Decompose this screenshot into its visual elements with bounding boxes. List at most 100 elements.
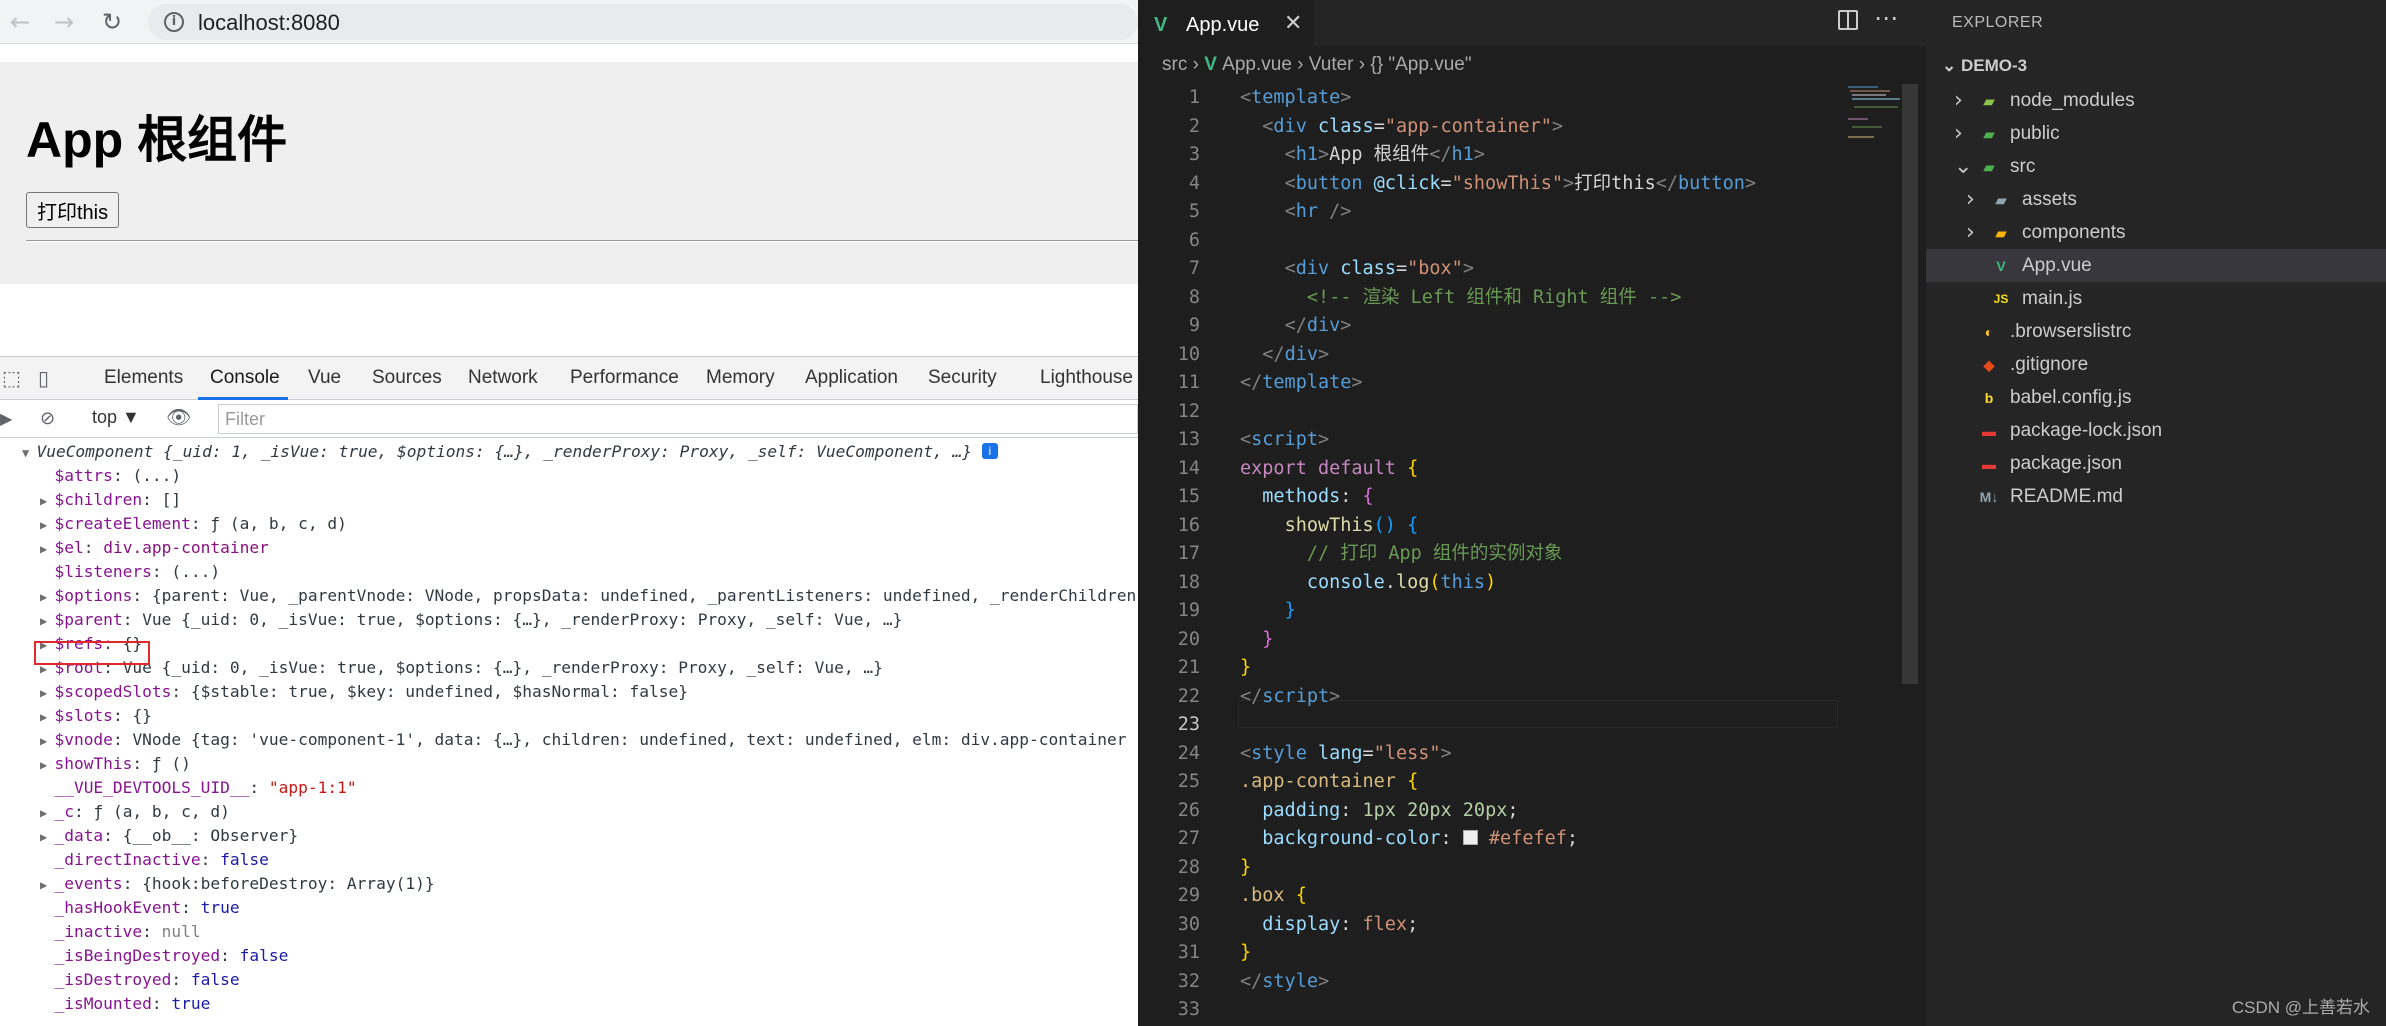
code-line[interactable]: 20 }: [1138, 626, 1838, 655]
code-line[interactable]: 16 showThis() {: [1138, 512, 1838, 541]
breadcrumb-item[interactable]: Vuter: [1309, 54, 1354, 75]
console-property-row[interactable]: ▶ $slots: {}: [40, 704, 152, 728]
devtools-tab-security[interactable]: Security: [928, 367, 997, 389]
breadcrumb-item[interactable]: src: [1162, 54, 1187, 75]
devtools-tab-vue[interactable]: Vue: [308, 367, 341, 389]
chevron-right-icon[interactable]: ›: [1966, 216, 1982, 249]
expand-triangle-icon[interactable]: ▶: [40, 830, 54, 844]
workspace-root[interactable]: ⌄ DEMO-3: [1942, 56, 2027, 76]
minimap[interactable]: [1846, 84, 1906, 144]
code-line[interactable]: 24 <style lang="less">: [1138, 740, 1838, 769]
code-line[interactable]: 18 console.log(this): [1138, 569, 1838, 598]
code-line[interactable]: 22 </script>: [1138, 683, 1838, 712]
tab-app-vue[interactable]: V App.vue ✕: [1138, 0, 1314, 46]
tree-item-node-modules[interactable]: › ▰ node_modules: [1926, 84, 2386, 117]
more-actions-icon[interactable]: ⋯: [1874, 4, 1898, 32]
code-line[interactable]: 10 </div>: [1138, 341, 1838, 370]
code-line[interactable]: 12: [1138, 398, 1838, 427]
code-line[interactable]: 3 <h1>App 根组件</h1>: [1138, 141, 1838, 170]
code-line[interactable]: 32 </style>: [1138, 968, 1838, 997]
code-line[interactable]: 21}: [1138, 654, 1838, 683]
console-property-row[interactable]: _isDestroyed: false: [40, 968, 239, 992]
devtools-tab-sources[interactable]: Sources: [372, 367, 442, 389]
console-property-row[interactable]: ▶ _c: ƒ (a, b, c, d): [40, 800, 230, 824]
devtools-tab-memory[interactable]: Memory: [706, 367, 775, 389]
expand-triangle-icon[interactable]: ▶: [40, 710, 54, 724]
expand-triangle-icon[interactable]: ▶: [40, 542, 54, 556]
url-field[interactable]: i localhost:8080: [148, 4, 1138, 40]
chevron-right-icon[interactable]: ›: [1954, 84, 1970, 117]
console-object-header[interactable]: ▼ VueComponent {_uid: 1, _isVue: true, $…: [22, 440, 998, 464]
devtools-tab-performance[interactable]: Performance: [570, 367, 679, 389]
code-line[interactable]: 29 .box {: [1138, 882, 1838, 911]
tree-item-app-vue[interactable]: V App.vue: [1926, 249, 2386, 282]
expand-triangle-icon[interactable]: ▶: [40, 614, 54, 628]
sidebar-toggle-icon[interactable]: ▶: [0, 408, 22, 430]
device-toggle-icon[interactable]: ▯: [38, 367, 60, 389]
console-property-row[interactable]: ▶ $root: Vue {_uid: 0, _isVue: true, $op…: [40, 656, 883, 680]
tree-item-babel-config-js[interactable]: b babel.config.js: [1926, 381, 2386, 414]
split-editor-icon[interactable]: [1838, 10, 1858, 30]
code-line[interactable]: 17 // 打印 App 组件的实例对象: [1138, 540, 1838, 569]
code-line[interactable]: 25 .app-container {: [1138, 768, 1838, 797]
console-property-row[interactable]: ▶ $options: {parent: Vue, _parentVnode: …: [40, 584, 1136, 608]
inspect-icon[interactable]: ⬚: [2, 367, 24, 389]
expand-triangle-icon[interactable]: ▶: [40, 878, 54, 892]
code-line[interactable]: 5 <hr />: [1138, 198, 1838, 227]
code-line[interactable]: 23: [1138, 711, 1838, 740]
code-line[interactable]: 2 <div class="app-container">: [1138, 113, 1838, 142]
console-property-row[interactable]: ▶ showThis: ƒ (): [40, 752, 191, 776]
back-icon[interactable]: ←: [4, 6, 36, 38]
console-property-row[interactable]: ▶ _events: {hook:beforeDestroy: Array(1)…: [40, 872, 435, 896]
code-line[interactable]: 26 padding: 1px 20px 20px;: [1138, 797, 1838, 826]
code-line[interactable]: 15 methods: {: [1138, 483, 1838, 512]
console-property-row[interactable]: ▶ $parent: Vue {_uid: 0, _isVue: true, $…: [40, 608, 902, 632]
expand-triangle-icon[interactable]: ▶: [40, 806, 54, 820]
tree-item-components[interactable]: › ▰ components: [1926, 216, 2386, 249]
code-line[interactable]: 11 </template>: [1138, 369, 1838, 398]
expand-triangle-icon[interactable]: ▶: [40, 734, 54, 748]
console-property-row[interactable]: _inactive: null: [40, 920, 200, 944]
code-line[interactable]: 14 export default {: [1138, 455, 1838, 484]
tree-item-assets[interactable]: › ▰ assets: [1926, 183, 2386, 216]
tree-item-public[interactable]: › ▰ public: [1926, 117, 2386, 150]
devtools-tab-elements[interactable]: Elements: [104, 367, 183, 389]
tree-item-package-json[interactable]: ▬ package.json: [1926, 447, 2386, 480]
console-property-row[interactable]: __VUE_DEVTOOLS_UID__: "app-1:1": [40, 776, 356, 800]
code-line[interactable]: 8 <!-- 渲染 Left 组件和 Right 组件 -->: [1138, 284, 1838, 313]
code-line[interactable]: 6: [1138, 227, 1838, 256]
tree-item-src[interactable]: ⌄ ▰ src: [1926, 150, 2386, 183]
tree-item-browserslistrc[interactable]: ◐ .browserslistrc: [1926, 315, 2386, 348]
info-icon[interactable]: i: [981, 443, 998, 459]
devtools-tab-lighthouse[interactable]: Lighthouse: [1040, 367, 1133, 389]
expand-triangle-icon[interactable]: ▶: [40, 494, 54, 508]
console-property-row[interactable]: ▶ $children: []: [40, 488, 181, 512]
console-property-row[interactable]: _isBeingDestroyed: false: [40, 944, 288, 968]
breadcrumb-item[interactable]: App.vue: [1222, 54, 1292, 75]
color-swatch[interactable]: [1462, 830, 1478, 845]
code-line[interactable]: 1 <template>: [1138, 84, 1838, 113]
clear-console-icon[interactable]: ⊘: [40, 408, 62, 430]
code-line[interactable]: 27 background-color: #efefef;: [1138, 825, 1838, 854]
console-property-row[interactable]: ▶ $createElement: ƒ (a, b, c, d): [40, 512, 347, 536]
code-line[interactable]: 9 </div>: [1138, 312, 1838, 341]
devtools-tab-network[interactable]: Network: [468, 367, 538, 389]
devtools-tab-console[interactable]: Console: [210, 367, 280, 389]
eye-icon[interactable]: 👁: [166, 406, 191, 428]
console-property-row[interactable]: $attrs: (...): [40, 464, 181, 488]
console-property-row[interactable]: $listeners: (...): [40, 560, 220, 584]
tree-item-main-js[interactable]: JS main.js: [1926, 282, 2386, 315]
code-line[interactable]: 4 <button @click="showThis">打印this</butt…: [1138, 170, 1838, 199]
editor-scrollbar[interactable]: [1902, 84, 1918, 684]
tree-item-readme-md[interactable]: M↓ README.md: [1926, 480, 2386, 513]
code-line[interactable]: 31}: [1138, 939, 1838, 968]
console-property-row[interactable]: _hasHookEvent: true: [40, 896, 239, 920]
expand-triangle-icon[interactable]: ▶: [40, 590, 54, 604]
code-line[interactable]: 7 <div class="box">: [1138, 255, 1838, 284]
site-info-icon[interactable]: i: [164, 12, 184, 32]
expand-triangle-icon[interactable]: ▶: [40, 518, 54, 532]
console-property-row[interactable]: ▶ $el: div.app-container: [40, 536, 269, 560]
console-property-row[interactable]: ▶ $scopedSlots: {$stable: true, $key: un…: [40, 680, 688, 704]
reload-icon[interactable]: ↻: [96, 6, 128, 38]
expand-triangle-icon[interactable]: ▶: [40, 758, 54, 772]
